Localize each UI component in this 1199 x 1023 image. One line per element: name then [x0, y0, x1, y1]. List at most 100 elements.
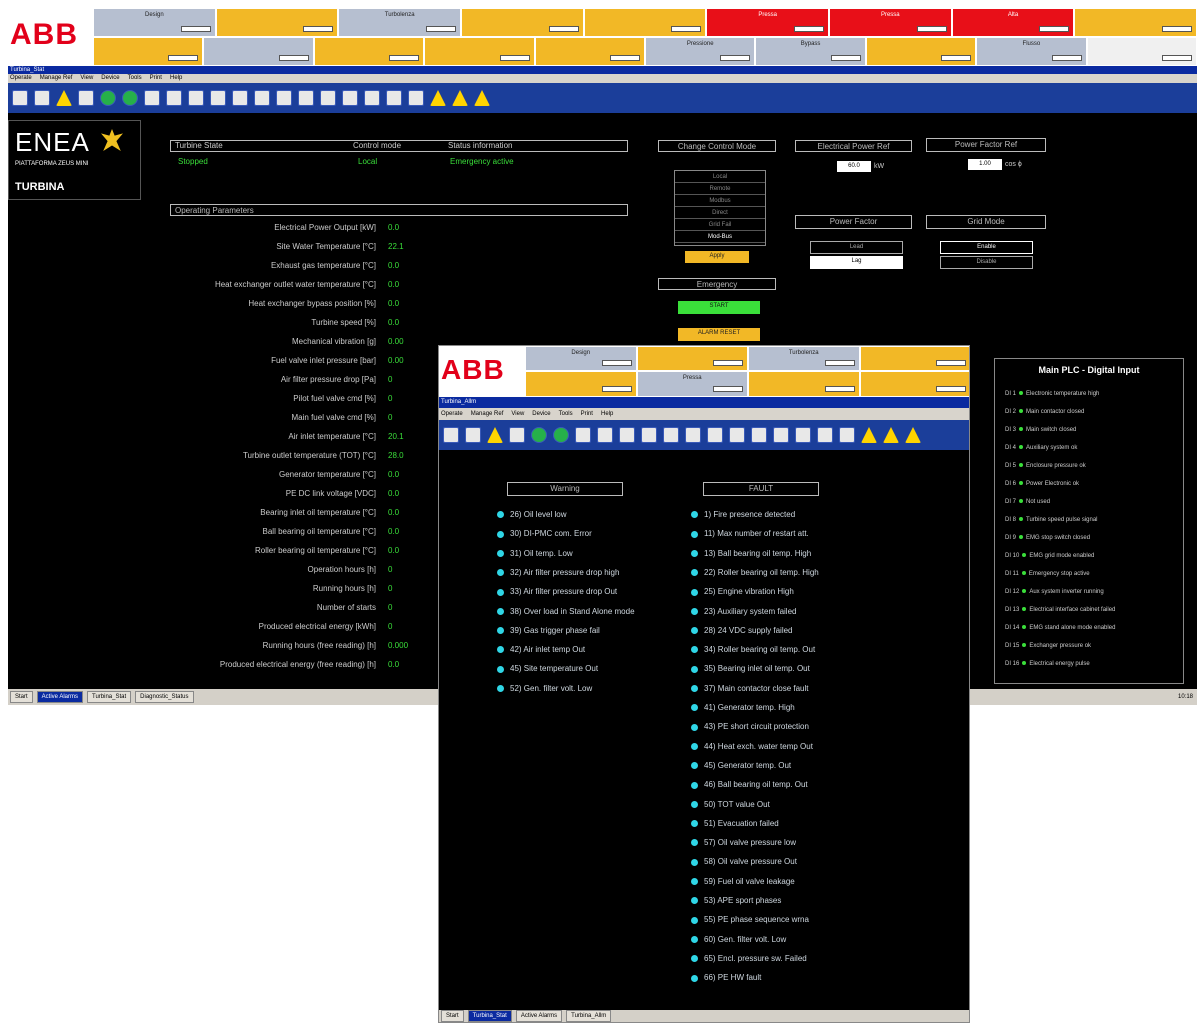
menu-item[interactable]: Manage Ref — [471, 408, 504, 420]
warning-icon[interactable] — [883, 427, 899, 443]
tool-icon[interactable] — [751, 427, 767, 443]
taskbar-item[interactable]: Turbina_Stat — [87, 691, 132, 703]
parameter-value: 28.0 — [388, 451, 404, 460]
apply-button[interactable]: Apply — [685, 251, 749, 263]
plc-input-id: DI 7 — [1005, 499, 1017, 505]
control-mode-option[interactable]: Remote — [675, 183, 765, 195]
electrical-power-ref-input[interactable]: 60.0 — [837, 161, 871, 172]
menu-item[interactable]: View — [80, 74, 93, 83]
taskbar-item[interactable]: Turbina_Allm — [566, 1010, 612, 1022]
refresh-icon[interactable] — [122, 90, 138, 106]
tool-icon[interactable] — [144, 90, 160, 106]
window-titlebar: Turbina_Stat — [8, 66, 1197, 74]
taskbar-item[interactable]: Diagnostic_Status — [135, 691, 194, 703]
grid-mode-enable[interactable]: Enable — [940, 241, 1033, 254]
tool-icon[interactable] — [839, 427, 855, 443]
control-mode-option[interactable]: Local — [675, 171, 765, 183]
taskbar-item[interactable]: Active Alarms — [36, 691, 84, 703]
warning-icon[interactable] — [452, 90, 468, 106]
menu-item[interactable]: Operate — [10, 74, 32, 83]
tool-icon[interactable] — [254, 90, 270, 106]
menu-item[interactable]: Tools — [128, 74, 142, 83]
tool-icon[interactable] — [795, 427, 811, 443]
grid-mode-disable[interactable]: Disable — [940, 256, 1033, 269]
warning-icon[interactable] — [56, 90, 72, 106]
warning-icon[interactable] — [905, 427, 921, 443]
control-mode-option[interactable]: Grid Fail — [675, 219, 765, 231]
alarm-item: 32) Air filter pressure drop high — [497, 568, 619, 577]
emergency-title: Emergency — [658, 278, 776, 290]
menu-item[interactable]: Manage Ref — [40, 74, 73, 83]
menu-item[interactable]: Tools — [559, 408, 573, 420]
tool-icon[interactable] — [78, 90, 94, 106]
start-button[interactable]: START — [678, 301, 760, 314]
tool-icon[interactable] — [342, 90, 358, 106]
control-mode-option[interactable]: Direct — [675, 207, 765, 219]
tool-icon[interactable] — [729, 427, 745, 443]
warning-icon[interactable] — [474, 90, 490, 106]
plc-input-label: Electrical interface cabinet failed — [1029, 607, 1116, 613]
tool-icon[interactable] — [276, 90, 292, 106]
section-title: TURBINA — [15, 181, 65, 193]
status-dot-icon — [1022, 625, 1027, 630]
taskbar: Start Turbina_Stat Active Alarms Turbina_Al… — [439, 1010, 969, 1022]
menu-item[interactable]: View — [511, 408, 524, 420]
alarm-reset-button[interactable]: ALARM RESET — [678, 328, 760, 341]
tool-icon[interactable] — [773, 427, 789, 443]
tool-icon[interactable] — [707, 427, 723, 443]
refresh-icon[interactable] — [531, 427, 547, 443]
tool-icon[interactable] — [663, 427, 679, 443]
tool-icon[interactable] — [188, 90, 204, 106]
control-mode-option[interactable]: Modbus — [675, 195, 765, 207]
start-button[interactable]: Start — [441, 1010, 464, 1022]
menu-item[interactable]: Operate — [441, 408, 463, 420]
tool-icon[interactable] — [817, 427, 833, 443]
tool-icon[interactable] — [685, 427, 701, 443]
alarm-text: 46) Ball bearing oil temp. Out — [704, 780, 808, 790]
tool-icon[interactable] — [34, 90, 50, 106]
menu-item[interactable]: Print — [150, 74, 162, 83]
taskbar-item[interactable]: Active Alarms — [515, 1010, 563, 1022]
tool-icon[interactable] — [575, 427, 591, 443]
enea-logo-panel: ENEA PIATTAFORMA ZEUS MINI TURBINA — [8, 120, 141, 200]
menu-item[interactable]: Help — [601, 408, 613, 420]
warning-icon[interactable] — [430, 90, 446, 106]
power-factor-ref-input[interactable]: 1.00 — [968, 159, 1002, 170]
tool-icon[interactable] — [320, 90, 336, 106]
plc-input-id: DI 10 — [1005, 553, 1020, 559]
tool-icon[interactable] — [509, 427, 525, 443]
tool-icon[interactable] — [298, 90, 314, 106]
status-cell-label: Bypass — [800, 41, 821, 47]
power-factor-lead[interactable]: Lead — [810, 241, 903, 254]
tool-icon[interactable] — [210, 90, 226, 106]
tool-icon[interactable] — [641, 427, 657, 443]
tool-icon[interactable] — [386, 90, 402, 106]
status-cell — [93, 37, 204, 66]
refresh-icon[interactable] — [100, 90, 116, 106]
tool-icon[interactable] — [597, 427, 613, 443]
tool-icon[interactable] — [408, 90, 424, 106]
menu-item[interactable]: Device — [532, 408, 550, 420]
tool-icon[interactable] — [364, 90, 380, 106]
status-cell-label: Pressa — [758, 12, 777, 18]
tool-icon[interactable] — [619, 427, 635, 443]
tool-icon[interactable] — [465, 427, 481, 443]
warning-icon[interactable] — [487, 427, 503, 443]
tool-icon[interactable] — [443, 427, 459, 443]
tool-icon[interactable] — [166, 90, 182, 106]
warning-icon[interactable] — [861, 427, 877, 443]
status-cell-label: Pressa — [880, 12, 900, 18]
taskbar-item[interactable]: Turbina_Stat — [467, 1010, 512, 1022]
menu-item[interactable]: Print — [581, 408, 593, 420]
control-mode-option[interactable]: Mod-Bus — [675, 231, 765, 243]
tool-icon[interactable] — [232, 90, 248, 106]
menu-item[interactable]: Help — [170, 74, 182, 83]
refresh-icon[interactable] — [553, 427, 569, 443]
plc-input-label: Exchanger pressure ok — [1029, 643, 1092, 649]
tool-icon[interactable] — [12, 90, 28, 106]
parameter-label: Generator temperature [°C] — [278, 470, 376, 479]
menu-item[interactable]: Device — [101, 74, 119, 83]
start-button[interactable]: Start — [10, 691, 33, 703]
power-factor-lag[interactable]: Lag — [810, 256, 903, 269]
status-cell: Pressa — [636, 371, 748, 397]
